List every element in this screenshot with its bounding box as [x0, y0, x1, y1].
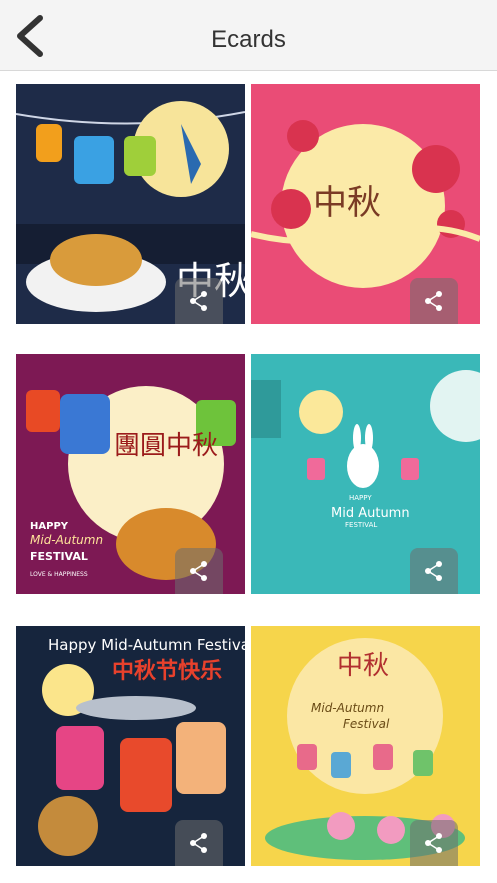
- svg-text:FESTIVAL: FESTIVAL: [345, 521, 377, 529]
- ecard-3[interactable]: 團圓中秋 HAPPY Mid-Autumn FESTIVAL LOVE & HA…: [16, 354, 245, 594]
- share-icon: [190, 291, 207, 311]
- share-icon: [425, 833, 442, 853]
- ecard-1[interactable]: 中秋: [16, 84, 245, 324]
- ecard-2[interactable]: 中秋: [251, 84, 480, 324]
- share-button[interactable]: [175, 278, 223, 324]
- svg-text:LOVE & HAPPINESS: LOVE & HAPPINESS: [30, 571, 88, 578]
- card-caption: 中秋: [337, 651, 389, 681]
- share-icon: [425, 561, 442, 581]
- share-button[interactable]: [410, 820, 458, 866]
- svg-text:HAPPY: HAPPY: [30, 521, 69, 532]
- share-button[interactable]: [410, 548, 458, 594]
- card-subheading: 中秋节快乐: [112, 659, 222, 684]
- share-icon: [190, 561, 207, 581]
- svg-text:Festival: Festival: [343, 717, 390, 731]
- app-header: Ecards: [0, 0, 497, 71]
- svg-text:Mid Autumn: Mid Autumn: [331, 506, 410, 521]
- card-caption: 中秋: [313, 183, 381, 223]
- share-button[interactable]: [410, 278, 458, 324]
- svg-text:Mid-Autumn: Mid-Autumn: [311, 701, 384, 715]
- share-icon: [190, 833, 207, 853]
- svg-text:FESTIVAL: FESTIVAL: [30, 550, 88, 563]
- svg-text:HAPPY: HAPPY: [349, 494, 372, 502]
- card-caption: 團圓中秋: [114, 431, 218, 461]
- share-button[interactable]: [175, 820, 223, 866]
- ecard-5[interactable]: Happy Mid-Autumn Festival 中秋节快乐: [16, 626, 245, 866]
- share-button[interactable]: [175, 548, 223, 594]
- share-icon: [425, 291, 442, 311]
- svg-text:Mid-Autumn: Mid-Autumn: [30, 533, 103, 547]
- ecard-4[interactable]: HAPPY Mid Autumn FESTIVAL: [251, 354, 480, 594]
- card-heading: Happy Mid-Autumn Festival: [48, 636, 245, 654]
- page-title: Ecards: [211, 26, 286, 53]
- ecard-6[interactable]: 中秋 Mid-Autumn Festival: [251, 626, 480, 866]
